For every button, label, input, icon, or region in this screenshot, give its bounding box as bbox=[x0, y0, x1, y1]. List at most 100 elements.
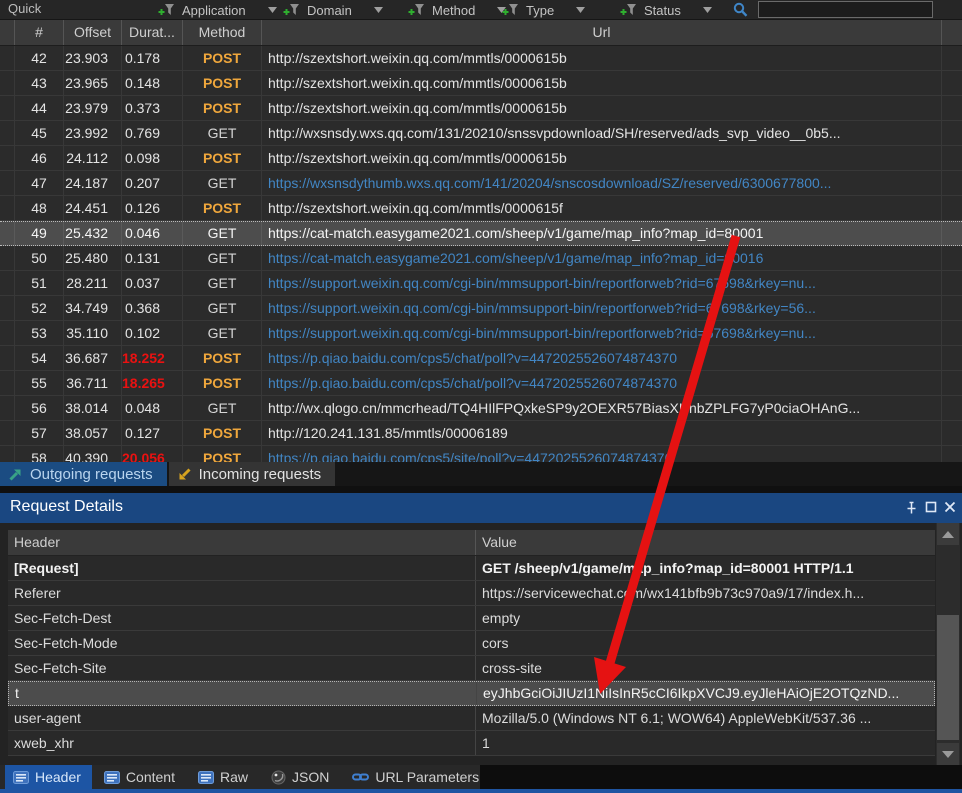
filter-dropdown[interactable]: Application bbox=[158, 1, 277, 19]
header-value: 1 bbox=[476, 731, 935, 755]
request-details-titlebar: Request Details bbox=[0, 493, 962, 523]
chevron-down-icon bbox=[268, 7, 277, 13]
request-number: 52 bbox=[15, 296, 64, 320]
filter-dropdown[interactable]: Method bbox=[408, 1, 506, 19]
request-number: 56 bbox=[15, 396, 64, 420]
request-row[interactable]: 52 34.749 0.368 GET https://support.weix… bbox=[0, 296, 962, 321]
request-duration: 20.056 bbox=[122, 446, 183, 462]
request-duration: 0.102 bbox=[122, 321, 183, 345]
request-url: http://wxsnsdy.wxs.qq.com/131/20210/snss… bbox=[262, 121, 942, 145]
header-name: Sec-Fetch-Site bbox=[8, 656, 476, 680]
maximize-icon[interactable] bbox=[925, 501, 937, 513]
stream-tab[interactable]: Outgoing requests bbox=[0, 462, 167, 486]
view-tab[interactable]: Header bbox=[5, 765, 92, 789]
request-row[interactable]: 45 23.992 0.769 GET http://wxsnsdy.wxs.q… bbox=[0, 121, 962, 146]
view-tab[interactable]: JSON bbox=[263, 765, 340, 789]
list-icon bbox=[198, 771, 214, 784]
request-offset: 36.711 bbox=[64, 371, 122, 395]
request-row[interactable]: 54 36.687 18.252 POST https://p.qiao.bai… bbox=[0, 346, 962, 371]
row-end-cell bbox=[942, 446, 962, 462]
header-row[interactable]: Referer https://servicewechat.com/wx141b… bbox=[8, 581, 935, 606]
pin-icon[interactable] bbox=[905, 501, 918, 515]
link-icon bbox=[352, 770, 369, 784]
request-row[interactable]: 44 23.979 0.373 POST http://szextshort.w… bbox=[0, 96, 962, 121]
view-tab[interactable]: Content bbox=[96, 765, 186, 789]
header-name: Sec-Fetch-Dest bbox=[8, 606, 476, 630]
request-offset: 25.480 bbox=[64, 246, 122, 270]
search-input[interactable] bbox=[758, 1, 933, 18]
request-url: https://support.weixin.qq.com/cgi-bin/mm… bbox=[262, 296, 942, 320]
request-row[interactable]: 49 25.432 0.046 GET https://cat-match.ea… bbox=[0, 221, 962, 246]
header-row[interactable]: Sec-Fetch-Site cross-site bbox=[8, 656, 935, 681]
stream-tab-bar: Outgoing requests Incoming requests bbox=[0, 462, 962, 486]
header-row[interactable]: Sec-Fetch-Dest empty bbox=[8, 606, 935, 631]
filter-dropdown[interactable]: Type bbox=[502, 1, 585, 19]
request-row[interactable]: 53 35.110 0.102 GET https://support.weix… bbox=[0, 321, 962, 346]
request-number: 49 bbox=[15, 222, 64, 245]
request-duration: 0.148 bbox=[122, 71, 183, 95]
row-icon-cell bbox=[0, 296, 15, 320]
column-header-offset[interactable]: Offset bbox=[64, 20, 122, 45]
request-row[interactable]: 51 28.211 0.037 GET https://support.weix… bbox=[0, 271, 962, 296]
request-row[interactable]: 46 24.112 0.098 POST http://szextshort.w… bbox=[0, 146, 962, 171]
details-column-value[interactable]: Value bbox=[476, 530, 935, 555]
filter-dropdown[interactable]: Domain bbox=[283, 1, 383, 19]
request-row[interactable]: 43 23.965 0.148 POST http://szextshort.w… bbox=[0, 71, 962, 96]
filter-dropdown[interactable]: Status bbox=[620, 1, 712, 19]
request-url: http://szextshort.weixin.qq.com/mmtls/00… bbox=[262, 96, 942, 120]
view-tab[interactable]: URL Parameters bbox=[344, 765, 490, 789]
header-row[interactable]: [Request] GET /sheep/v1/game/map_info?ma… bbox=[8, 556, 935, 581]
request-url: https://support.weixin.qq.com/cgi-bin/mm… bbox=[262, 321, 942, 345]
scroll-up-button[interactable] bbox=[937, 523, 959, 545]
column-header-url[interactable]: Url bbox=[262, 20, 942, 45]
view-tabs: Header Content Raw JSON URL Parameters bbox=[0, 765, 480, 789]
column-header-number[interactable]: # bbox=[15, 20, 64, 45]
request-row[interactable]: 42 23.903 0.178 POST http://szextshort.w… bbox=[0, 46, 962, 71]
row-icon-cell bbox=[0, 346, 15, 370]
row-end-cell bbox=[942, 321, 962, 345]
request-offset: 23.965 bbox=[64, 71, 122, 95]
view-tab[interactable]: Raw bbox=[190, 765, 259, 789]
details-column-header[interactable]: Header bbox=[8, 530, 476, 555]
scrollbar-thumb[interactable] bbox=[937, 615, 959, 740]
request-row[interactable]: 55 36.711 18.265 POST https://p.qiao.bai… bbox=[0, 371, 962, 396]
row-end-cell bbox=[942, 71, 962, 95]
chevron-down-icon bbox=[576, 7, 585, 13]
row-end-cell bbox=[942, 421, 962, 445]
request-number: 46 bbox=[15, 146, 64, 170]
view-tab-label: URL Parameters bbox=[375, 769, 479, 785]
header-row[interactable]: t eyJhbGciOiJIUzI1NiIsInR5cCI6IkpXVCJ9.e… bbox=[8, 681, 935, 706]
request-row[interactable]: 48 24.451 0.126 POST http://szextshort.w… bbox=[0, 196, 962, 221]
request-offset: 25.432 bbox=[64, 222, 122, 245]
request-method: POST bbox=[183, 96, 262, 120]
header-row[interactable]: Sec-Fetch-Mode cors bbox=[8, 631, 935, 656]
bottom-accent-strip bbox=[0, 789, 962, 793]
quick-filter-label[interactable]: Quick bbox=[8, 1, 41, 16]
request-method: POST bbox=[183, 446, 262, 462]
column-header-spacer bbox=[942, 20, 962, 45]
stream-tab[interactable]: Incoming requests bbox=[169, 462, 336, 486]
column-header-method[interactable]: Method bbox=[183, 20, 262, 45]
request-row[interactable]: 50 25.480 0.131 GET https://cat-match.ea… bbox=[0, 246, 962, 271]
request-number: 55 bbox=[15, 371, 64, 395]
request-url: http://wx.qlogo.cn/mmcrhead/TQ4HIlFPQxke… bbox=[262, 396, 942, 420]
header-value: cross-site bbox=[476, 656, 935, 680]
request-method: GET bbox=[183, 121, 262, 145]
close-icon[interactable] bbox=[944, 501, 956, 513]
row-end-cell bbox=[942, 246, 962, 270]
scroll-down-button[interactable] bbox=[937, 743, 959, 765]
header-row[interactable]: xweb_xhr 1 bbox=[8, 731, 935, 756]
row-icon-cell bbox=[0, 146, 15, 170]
request-row[interactable]: 56 38.014 0.048 GET http://wx.qlogo.cn/m… bbox=[0, 396, 962, 421]
request-row[interactable]: 47 24.187 0.207 GET https://wxsnsdythumb… bbox=[0, 171, 962, 196]
header-row[interactable]: user-agent Mozilla/5.0 (Windows NT 6.1; … bbox=[8, 706, 935, 731]
request-row[interactable]: 58 40.390 20.056 POST https://p.qiao.bai… bbox=[0, 446, 962, 462]
request-offset: 38.014 bbox=[64, 396, 122, 420]
request-number: 57 bbox=[15, 421, 64, 445]
request-row[interactable]: 57 38.057 0.127 POST http://120.241.131.… bbox=[0, 421, 962, 446]
row-icon-cell bbox=[0, 171, 15, 195]
request-number: 58 bbox=[15, 446, 64, 462]
row-end-cell bbox=[942, 96, 962, 120]
request-method: GET bbox=[183, 246, 262, 270]
column-header-duration[interactable]: Durat... bbox=[122, 20, 183, 45]
